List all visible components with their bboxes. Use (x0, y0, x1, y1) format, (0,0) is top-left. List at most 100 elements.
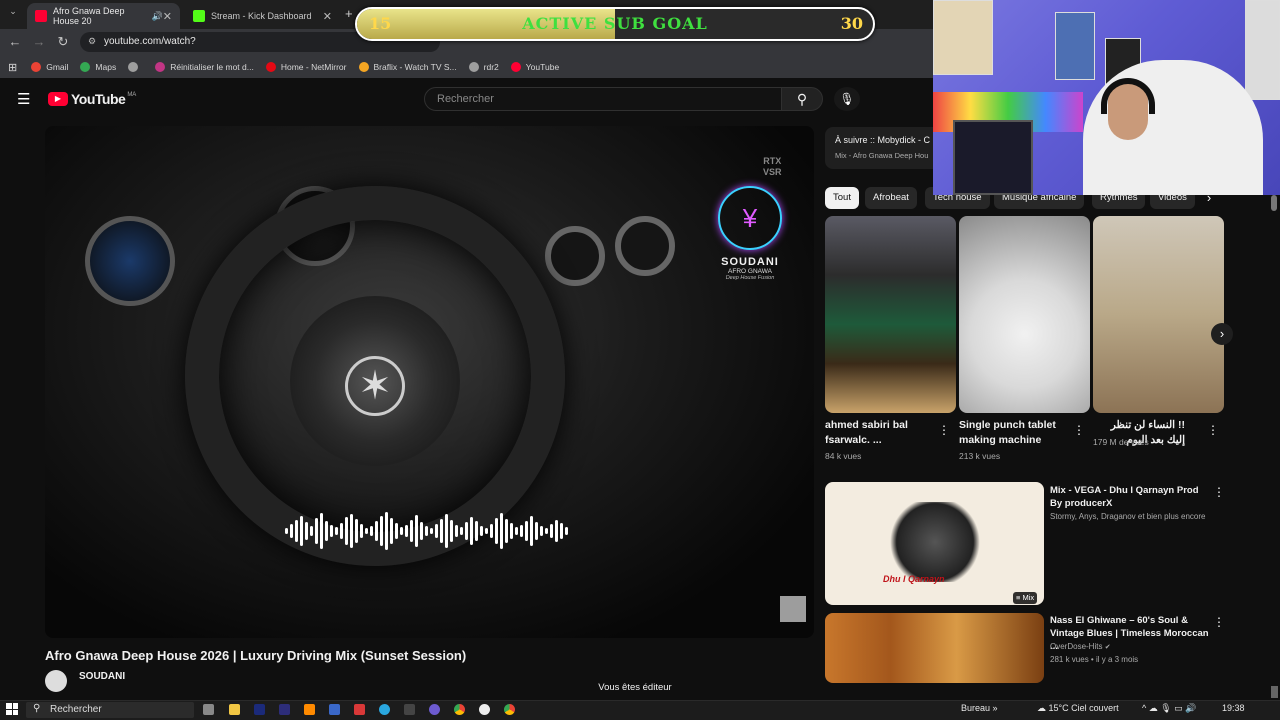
more-options-icon[interactable]: ⋮ (1073, 423, 1085, 437)
bookmark-netmirror[interactable]: Home - NetMirror (265, 62, 347, 72)
speaker-icon[interactable]: 🔊 (152, 11, 163, 22)
chip-tout[interactable]: Tout (825, 187, 859, 209)
file-explorer-icon[interactable] (229, 704, 240, 715)
more-options-icon[interactable]: ⋮ (1213, 615, 1225, 629)
visualizer-bar (295, 520, 298, 542)
scrollbar[interactable] (1271, 195, 1277, 211)
kick-favicon-icon (193, 10, 205, 22)
terminal-icon[interactable] (404, 704, 415, 715)
apps-grid-icon[interactable]: ⊞ (8, 61, 17, 74)
network-icon[interactable]: ▭ (1174, 703, 1183, 713)
microphone-icon: 🎙 (839, 92, 855, 106)
short-title[interactable]: Single punch tablet making machine (959, 418, 1069, 448)
maps-icon (80, 62, 91, 72)
visualizer-bar (545, 528, 548, 534)
taskbar-search-input[interactable]: Rechercher (26, 702, 194, 718)
obs-icon[interactable] (479, 704, 490, 715)
bookmark-braflix[interactable]: Braflix - Watch TV S... (358, 62, 457, 72)
short-thumbnail[interactable] (1093, 216, 1224, 413)
telegram-icon[interactable] (379, 704, 390, 715)
verified-icon: ✔ (1104, 644, 1111, 651)
more-options-icon[interactable]: ⋮ (1207, 423, 1219, 437)
short-thumbnail[interactable] (959, 216, 1090, 413)
app-icon[interactable] (304, 704, 315, 715)
close-tab-icon[interactable]: ✕ (163, 10, 172, 23)
youtube-logo[interactable]: ▶ YouTube MA (48, 91, 136, 107)
miniplayer-icon[interactable] (780, 596, 806, 622)
bookmark-instagram[interactable]: Réinitialiser le mot d... (155, 62, 254, 72)
channel-row[interactable]: SOUDANI (45, 670, 125, 692)
globe-icon (468, 62, 479, 72)
bookmark-youtube[interactable]: YouTube (510, 62, 559, 72)
visualizer-bar (365, 528, 368, 534)
task-view-icon[interactable] (203, 704, 214, 715)
gmail-icon (31, 62, 42, 72)
new-tab-button[interactable]: + (345, 6, 353, 21)
youtube-icon (510, 62, 521, 72)
channel-avatar[interactable] (45, 670, 67, 692)
search-button[interactable]: ⚲ (781, 87, 823, 111)
video-meta: 281 k vues • il y a 3 mois (1050, 655, 1139, 664)
visualizer-bar (470, 517, 473, 545)
video-player[interactable]: ✶ RTX VSR ¥ SOUDANI AFRO GNAWA Deep Hous… (45, 126, 814, 638)
video-thumbnail[interactable]: Dhu l Qarnayn (825, 482, 1044, 605)
tab-kick[interactable]: Stream - Kick Dashboard ✕ (185, 3, 340, 29)
site-info-icon[interactable]: ⚙ (88, 36, 96, 47)
visualizer-bar (320, 513, 323, 549)
visualizer-bar (550, 524, 553, 538)
more-options-icon[interactable]: ⋮ (1213, 485, 1225, 499)
clock: 19:38 (1222, 703, 1245, 713)
bookmark-gmail[interactable]: Gmail (31, 62, 68, 72)
visualizer-bar (480, 526, 483, 536)
menu-icon[interactable]: ☰ (17, 90, 30, 108)
shorts-next-icon[interactable]: › (1211, 323, 1233, 345)
bookmark-rdr2[interactable]: rdr2 (468, 62, 499, 72)
tab-title: Stream - Kick Dashboard (211, 11, 312, 21)
volume-icon[interactable]: 🔊 (1185, 703, 1196, 713)
badge-top: RTX (763, 156, 782, 166)
media-encoder-icon[interactable] (279, 704, 290, 715)
reload-icon[interactable]: ↻ (54, 33, 72, 51)
visualizer-bar (305, 522, 308, 540)
tray-icons[interactable]: ^ ☁ 🎙 ▭ 🔊 (1142, 703, 1196, 714)
video-thumbnail[interactable] (825, 613, 1044, 683)
close-tab-icon[interactable]: ✕ (323, 10, 332, 23)
premiere-icon[interactable] (254, 704, 265, 715)
goal-label: ACTIVE SUB GOAL (522, 14, 708, 33)
visualizer-bar (300, 516, 303, 546)
short-title[interactable]: ahmed sabiri bal fsarwalc. ... (825, 418, 935, 448)
channel-name[interactable]: SOUDANI (79, 671, 125, 682)
tab-youtube[interactable]: Afro Gnawa Deep House 20 🔊 ✕ (27, 3, 180, 29)
chevron-up-icon[interactable]: ^ (1142, 703, 1146, 713)
bookmark-maps[interactable]: Maps (80, 62, 116, 72)
weather-widget[interactable]: ☁ 15°C Ciel couvert (1037, 703, 1119, 714)
microphone-icon[interactable]: 🎙 (1160, 703, 1171, 713)
tab-search-icon[interactable]: ⌄ (4, 6, 22, 22)
netmirror-icon (265, 62, 276, 72)
vent-graphic (545, 226, 605, 286)
chip-afrobeat[interactable]: Afrobeat (865, 187, 917, 209)
visualizer-bar (390, 518, 393, 544)
app-icon[interactable] (329, 704, 340, 715)
visualizer-bar (465, 522, 468, 540)
channel-name[interactable]: OverDose-Hits ✔ (1050, 642, 1220, 651)
cloud-icon[interactable]: ☁ (1149, 703, 1158, 713)
chrome-icon[interactable] (504, 704, 515, 715)
more-options-icon[interactable]: ⋮ (938, 423, 950, 437)
desktop-label[interactable]: Bureau » (961, 703, 998, 713)
short-thumbnail[interactable] (825, 216, 956, 413)
chrome-icon[interactable] (454, 704, 465, 715)
up-next-card[interactable]: À suivre :: Mobydick - C Mix - Afro Gnaw… (825, 127, 935, 169)
search-input[interactable]: Rechercher (424, 87, 782, 111)
back-icon[interactable]: ← (6, 33, 24, 51)
voice-search-button[interactable]: 🎙 (834, 87, 860, 111)
discord-icon[interactable] (429, 704, 440, 715)
show-desktop-button[interactable] (1271, 686, 1278, 698)
app-icon[interactable] (354, 704, 365, 715)
forward-icon[interactable]: → (30, 33, 48, 51)
video-title[interactable]: Mix - VEGA - Dhu l Qarnayn Prod By produ… (1050, 484, 1210, 510)
visualizer-bar (535, 522, 538, 540)
visualizer-bar (540, 526, 543, 536)
windows-start-icon[interactable] (6, 703, 18, 715)
bookmark-globe[interactable] (128, 62, 143, 72)
